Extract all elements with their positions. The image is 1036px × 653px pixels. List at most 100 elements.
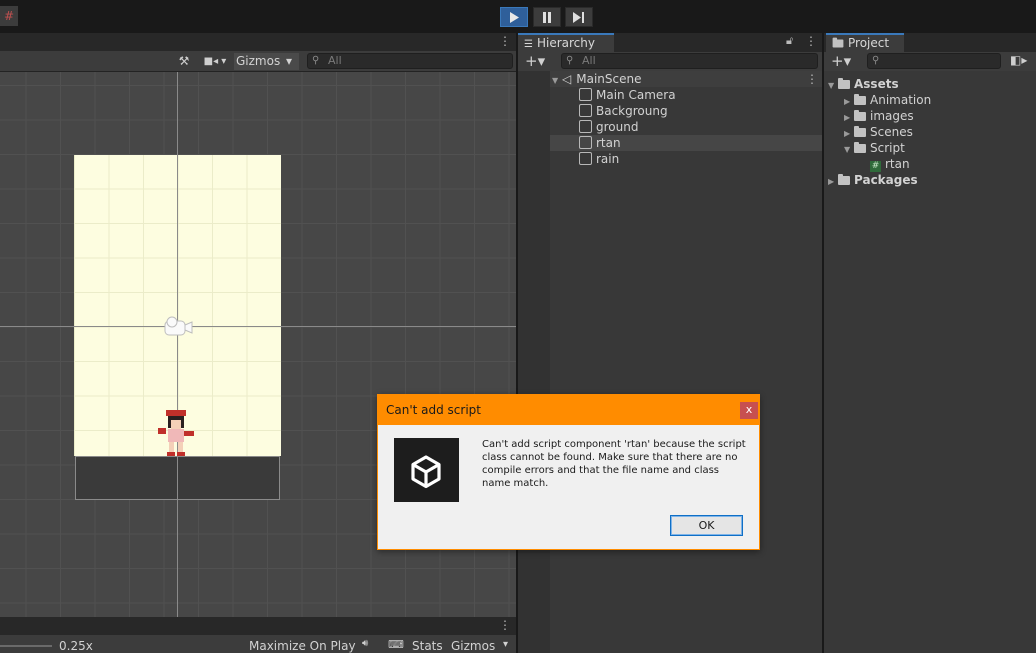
play-icon (510, 11, 519, 23)
panel-menu-icon[interactable]: ⋮ (499, 34, 511, 48)
chevron-down-icon: ▾ (286, 54, 293, 68)
gameobject-icon (579, 136, 592, 149)
add-icon[interactable]: +▾ (831, 52, 851, 70)
pause-icon (543, 11, 551, 23)
scene-search-input[interactable]: ⚲ All (307, 53, 513, 69)
scene-tab-bar: ⋮ (0, 33, 516, 51)
list-item[interactable]: rain (550, 151, 619, 167)
axis-vertical (177, 72, 178, 617)
folder-label: Assets (854, 77, 899, 91)
gameobject-icon (579, 152, 592, 165)
hierarchy-toolbar: +▾ ⚲ All (518, 52, 822, 71)
axis-horizontal (0, 326, 516, 327)
hierarchy-gutter (518, 71, 550, 653)
rtan-sprite-icon[interactable] (156, 408, 198, 458)
folder-label: Script (870, 141, 905, 155)
scene-row[interactable]: ▼ ◁ MainScene ⋮ (550, 71, 822, 87)
gizmos-label: Gizmos (236, 54, 281, 68)
project-tree: ▼ Assets ▶ Animation ▶ images ▶ Scenes ▼ Scri… (824, 71, 1036, 653)
folder-packages[interactable]: ▶ Packages (824, 172, 918, 188)
ok-button[interactable]: OK (670, 515, 743, 536)
folder-label: Animation (870, 93, 932, 107)
tab-project[interactable]: Project (826, 33, 904, 53)
item-label: Main Camera (596, 88, 676, 102)
folder-scenes[interactable]: ▶ Scenes (824, 124, 913, 140)
main-toolbar: # (0, 0, 1036, 33)
gameobject-icon (579, 120, 592, 133)
camera-dropdown-icon[interactable]: ■◂ ▾ (201, 53, 229, 69)
gameobject-icon (579, 104, 592, 117)
folder-icon (832, 37, 844, 48)
tab-label: Hierarchy (536, 36, 595, 50)
folder-images[interactable]: ▶ images (824, 108, 914, 124)
close-button[interactable]: x (740, 402, 758, 419)
hierarchy-tree: ▼ ◁ MainScene ⋮ Main Camera Backgroung gro… (550, 71, 822, 653)
search-placeholder: All (582, 54, 596, 67)
project-toolbar: +▾ ⚲ ◧▸ (824, 52, 1036, 71)
folder-script[interactable]: ▼ Script (824, 140, 905, 156)
tab-label: Project (848, 36, 890, 50)
folder-icon (838, 174, 850, 185)
folder-label: Scenes (870, 125, 913, 139)
game-toolbar: 0.25x Maximize On Play 🔊︎ ⌨ Stats Gizmos… (0, 635, 516, 653)
filter-icon[interactable]: ◧▸ (1010, 53, 1027, 67)
item-label: Backgroung (596, 104, 668, 118)
folder-assets[interactable]: ▼ Assets (824, 76, 899, 92)
list-item[interactable]: Backgroung (550, 103, 668, 119)
item-label: rain (596, 152, 620, 166)
camera-gizmo-icon[interactable] (163, 316, 193, 338)
scale-slider[interactable] (0, 645, 52, 647)
step-icon (573, 11, 584, 23)
list-item-selected[interactable]: rtan (550, 135, 822, 151)
folder-open-icon (854, 142, 866, 153)
row-menu-icon[interactable]: ⋮ (806, 71, 818, 87)
stats-toggle[interactable]: Stats (412, 639, 443, 653)
search-icon: ⚲ (566, 55, 574, 66)
script-file-rtan[interactable]: # rtan (824, 156, 910, 172)
gizmos-dropdown[interactable]: Gizmos ▾ (234, 53, 299, 70)
panel-menu-icon[interactable]: ⋮ (499, 618, 511, 632)
project-search-input[interactable]: ⚲ (867, 53, 1001, 69)
folder-label: Packages (854, 173, 918, 187)
panel-menu-icon[interactable]: ⋮ (805, 34, 817, 48)
maximize-on-play-toggle[interactable]: Maximize On Play (249, 639, 356, 653)
item-label: ground (596, 120, 639, 134)
tab-hierarchy[interactable]: ☰ Hierarchy (518, 33, 614, 53)
add-icon[interactable]: +▾ (525, 52, 545, 70)
scene-toolbar: ⚒ ■◂ ▾ Gizmos ▾ ⚲ All (0, 51, 516, 72)
folder-animation[interactable]: ▶ Animation (824, 92, 931, 108)
search-placeholder: All (328, 54, 342, 67)
folder-open-icon (838, 78, 850, 89)
dialog-message: Can't add script component 'rtan' becaus… (482, 439, 746, 489)
folder-label: images (870, 109, 914, 123)
tools-icon[interactable]: ⚒ (176, 53, 192, 69)
error-dialog: Can't add script x Can't add script comp… (377, 394, 760, 550)
unity-logo-icon (394, 438, 459, 502)
folder-icon (854, 110, 866, 121)
lock-icon[interactable]: 🔓︎ (786, 34, 793, 48)
file-label: rtan (885, 157, 910, 171)
step-button[interactable] (565, 7, 593, 27)
mute-audio-icon[interactable]: 🔊︎ (362, 638, 368, 649)
search-icon: ⚲ (312, 55, 320, 66)
chevron-down-icon[interactable]: ▾ (503, 639, 508, 650)
csharp-script-icon: # (870, 161, 881, 172)
collab-icon[interactable]: # (0, 6, 18, 26)
search-icon: ⚲ (872, 55, 880, 66)
list-item[interactable]: ground (550, 119, 638, 135)
hierarchy-search-input[interactable]: ⚲ All (561, 53, 818, 69)
collapse-arrow-icon[interactable]: ▶ (828, 174, 838, 190)
gameobject-icon (579, 88, 592, 101)
list-item[interactable]: Main Camera (550, 87, 676, 103)
scene-name: MainScene (576, 72, 642, 86)
project-tab-bar: Project (824, 33, 1036, 53)
play-button[interactable] (500, 7, 528, 27)
game-gizmos-toggle[interactable]: Gizmos (451, 639, 495, 653)
folder-icon (854, 94, 866, 105)
pause-button[interactable] (533, 7, 561, 27)
keyboard-icon[interactable]: ⌨ (388, 638, 404, 651)
list-icon: ☰ (524, 39, 533, 50)
folder-icon (854, 126, 866, 137)
item-label: rtan (596, 136, 621, 150)
game-tab-bar: ⋮ (0, 617, 516, 635)
